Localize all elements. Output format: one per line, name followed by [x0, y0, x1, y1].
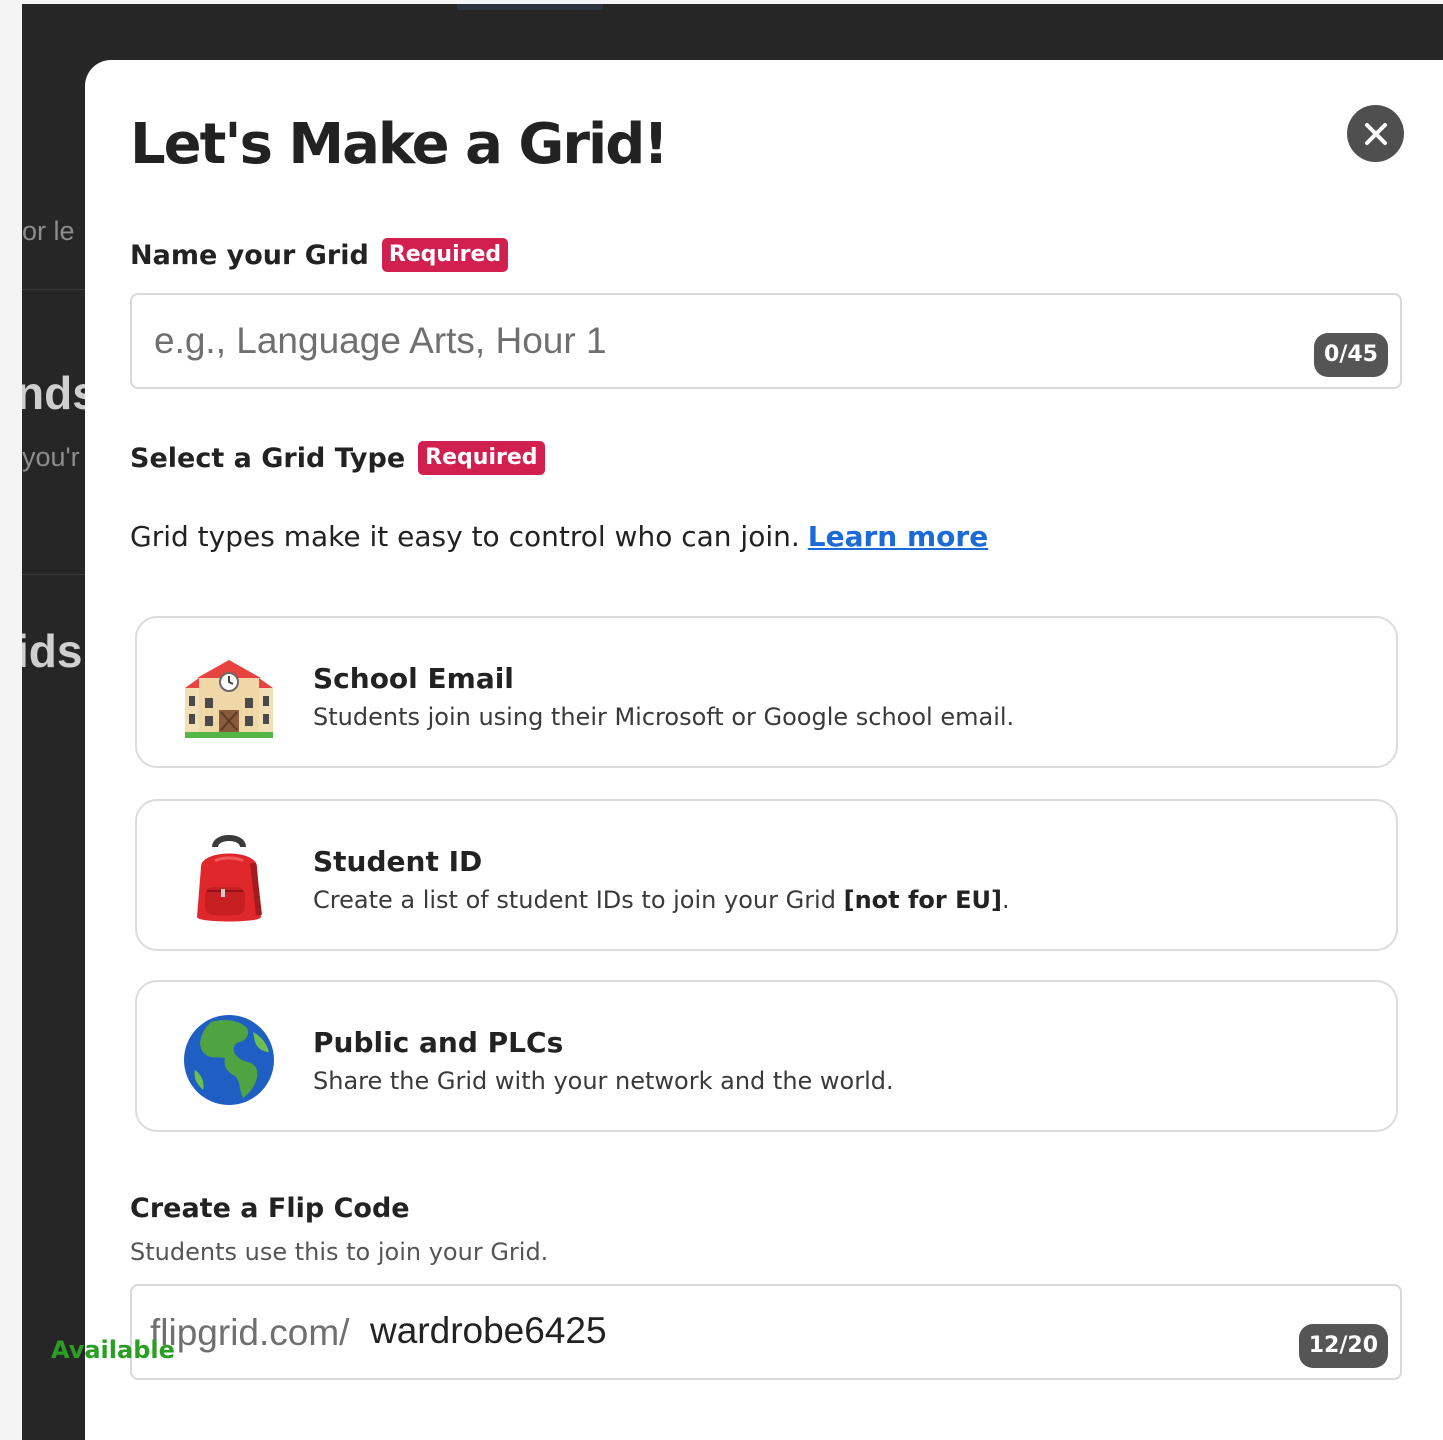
page: or le nds you'r ids Let's Make a Grid! N…	[0, 0, 1443, 1440]
school-building-icon	[185, 660, 273, 738]
required-badge: Required	[381, 238, 509, 272]
availability-status: Available	[51, 1336, 175, 1364]
flip-code-label: Create a Flip Code	[130, 1193, 410, 1224]
flip-code-input-box: flipgrid.com/ 12/20	[130, 1284, 1402, 1380]
option-description: Share the Grid with your network and the…	[313, 1067, 894, 1095]
name-field-label: Name your Grid Required	[130, 238, 509, 272]
close-button[interactable]	[1347, 105, 1404, 162]
required-badge: Required	[418, 441, 545, 475]
grid-name-input[interactable]	[154, 295, 1294, 387]
grid-type-helper-text: Grid types make it easy to control who c…	[130, 520, 800, 553]
background-topbar-strip	[457, 4, 603, 10]
flip-code-helper: Students use this to join your Grid.	[130, 1238, 549, 1266]
background-divider	[22, 574, 92, 575]
option-title: Student ID	[313, 845, 483, 878]
background-text: or le	[22, 216, 75, 246]
grid-type-option-student-id[interactable]: Student ID Create a list of student IDs …	[135, 799, 1398, 951]
option-description-end: .	[1001, 886, 1010, 914]
grid-name-input-box: 0/45	[130, 293, 1402, 389]
grid-type-option-school-email[interactable]: School Email Students join using their M…	[135, 616, 1398, 768]
background-heading: ids	[22, 625, 83, 677]
flip-code-label-text: Create a Flip Code	[130, 1193, 410, 1224]
background-text: you'r	[22, 442, 80, 472]
background-divider	[22, 289, 92, 290]
option-title: Public and PLCs	[313, 1026, 564, 1059]
option-description: Create a list of student IDs to join you…	[313, 886, 1010, 914]
option-description-note: [not for EU]	[843, 886, 1002, 914]
close-icon	[1364, 122, 1387, 145]
character-counter: 12/20	[1298, 1324, 1388, 1368]
grid-type-helper: Grid types make it easy to control who c…	[130, 520, 988, 553]
grid-type-label: Select a Grid Type Required	[130, 441, 545, 475]
option-title: School Email	[313, 662, 514, 695]
flip-code-prefix: flipgrid.com/	[150, 1312, 350, 1353]
flip-code-input[interactable]	[370, 1304, 1170, 1358]
learn-more-link[interactable]: Learn more	[808, 520, 988, 553]
create-grid-modal: Let's Make a Grid! Name your Grid Requir…	[85, 60, 1443, 1440]
character-counter: 0/45	[1314, 333, 1388, 377]
grid-type-label-text: Select a Grid Type	[130, 442, 406, 474]
modal-title: Let's Make a Grid!	[130, 112, 669, 177]
grid-type-option-public-plcs[interactable]: Public and PLCs Share the Grid with your…	[135, 980, 1398, 1132]
name-field-label-text: Name your Grid	[130, 239, 369, 271]
backpack-icon	[197, 835, 262, 922]
globe-icon	[184, 1015, 274, 1105]
option-description-text: Create a list of student IDs to join you…	[313, 886, 836, 914]
option-description: Students join using their Microsoft or G…	[313, 703, 1015, 731]
